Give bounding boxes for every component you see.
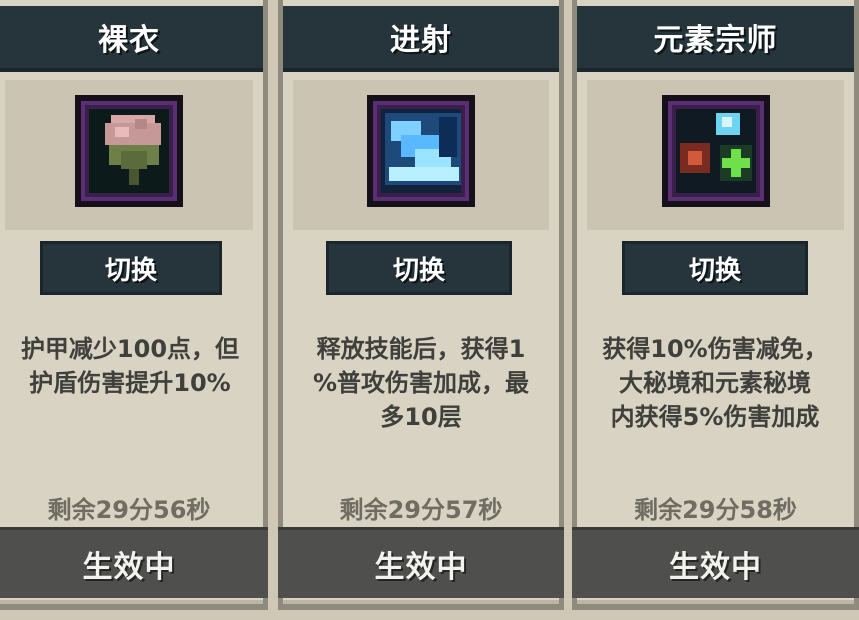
element-orbs-icon	[661, 95, 770, 207]
time-remaining: 剩余29分57秒	[339, 496, 503, 524]
icon-panel	[587, 80, 844, 230]
icon-panel	[293, 80, 549, 230]
status-active-bar: 生效中	[0, 527, 268, 598]
buff-description: 获得10%伤害减免， 大秘境和元素秘境 内获得5%伤害加成	[602, 335, 828, 431]
time-remaining: 剩余29分58秒	[634, 496, 797, 524]
card-title: 裸衣	[0, 6, 263, 72]
buff-card-2: 进射 切换 释放技能后，获得1 %普攻伤害加成，最 多10层 剩余29分57秒 …	[278, 0, 564, 610]
card-title: 进射	[283, 6, 559, 72]
card-title: 元素宗师	[577, 6, 854, 72]
time-remaining: 剩余29分56秒	[47, 496, 211, 524]
switch-button[interactable]: 切换	[40, 241, 222, 295]
icon-panel	[5, 80, 253, 230]
buff-description: 护甲减少100点，但 护盾伤害提升10%	[20, 335, 240, 397]
buff-card-1: 裸衣 切换 护甲减少100点，但 护盾伤害提升10% 剩余29分56秒 生效中	[0, 0, 268, 610]
pink-flower-icon	[75, 95, 183, 207]
switch-button[interactable]: 切换	[326, 241, 512, 295]
status-active-bar: 生效中	[572, 527, 859, 598]
blue-ice-shard-icon	[367, 95, 475, 207]
status-active-bar: 生效中	[278, 527, 564, 598]
buff-description: 释放技能后，获得1 %普攻伤害加成，最 多10层	[312, 335, 530, 431]
switch-button[interactable]: 切换	[622, 241, 808, 295]
buff-card-3: 元素宗师 切换 获得10%伤害减免， 大秘境和元素秘境 内获得5%伤害加成 剩余…	[572, 0, 859, 610]
